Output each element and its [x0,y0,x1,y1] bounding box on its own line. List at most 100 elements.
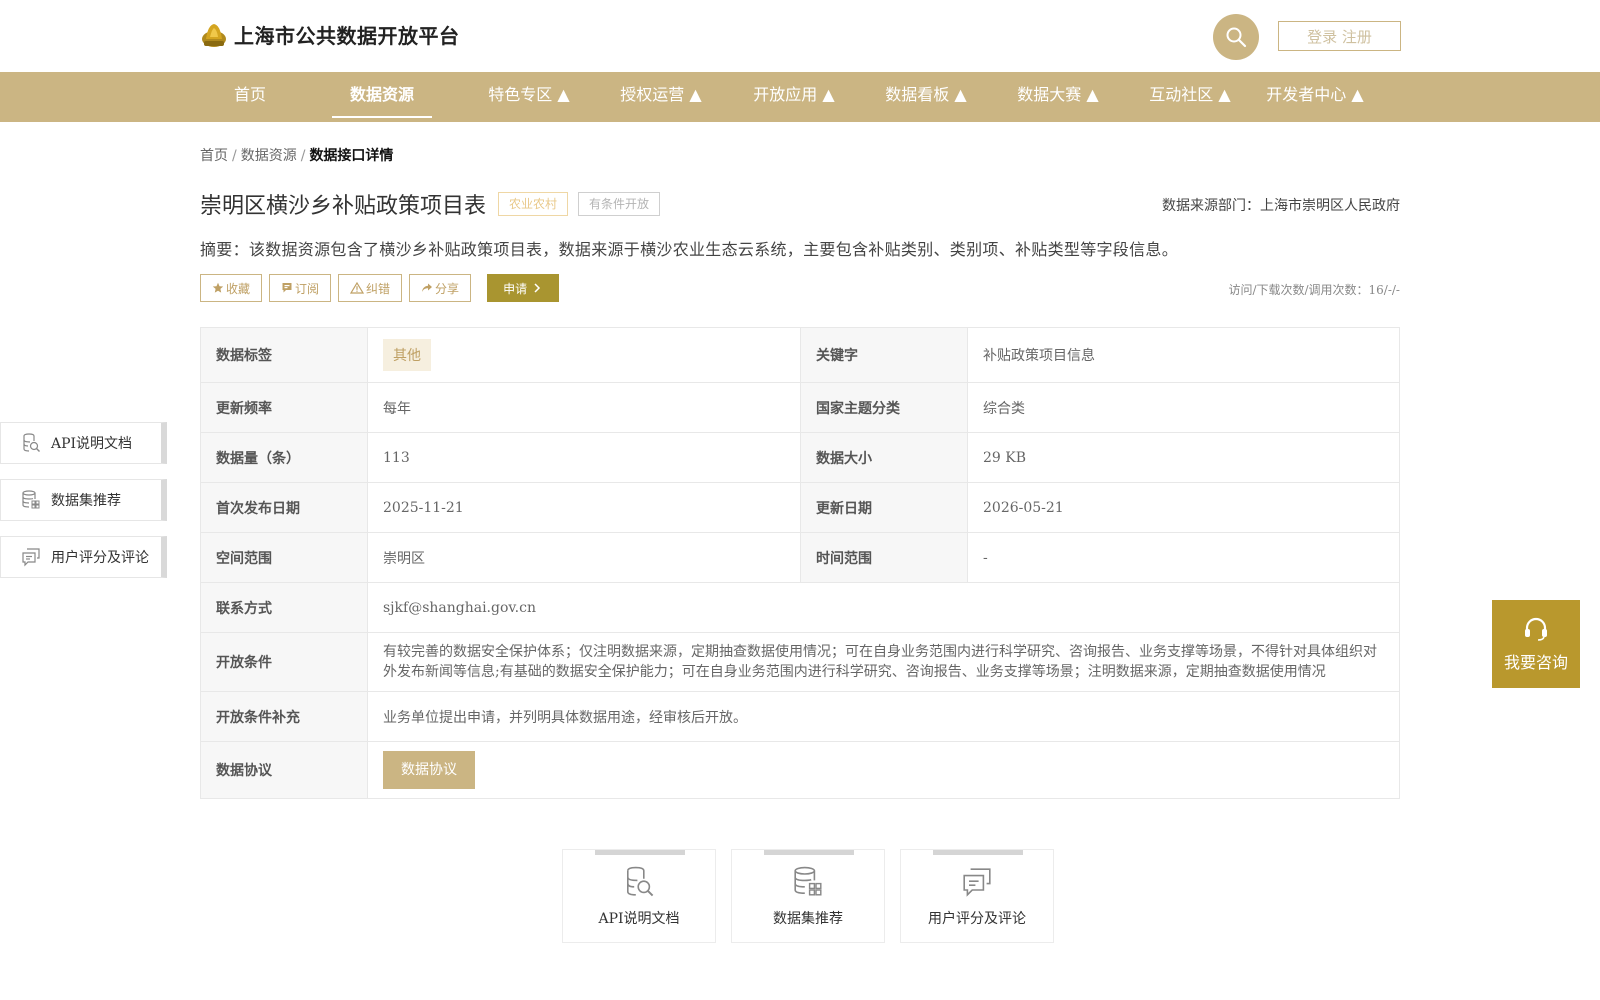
report-error-button[interactable]: 纠错 [338,274,403,302]
title-row: 崇明区横沙乡补贴政策项目表 农业农村 有条件开放 [200,188,670,220]
dataset-abstract: 摘要：该数据资源包含了横沙乡补贴政策项目表，数据来源于横沙农业生态云系统，主要包… [200,240,1179,259]
bottom-card-nav: API说明文档 数据集推荐 用户评分及评论 [562,849,1069,943]
agreement-label: 数据协议 [200,741,368,799]
tag-label: 数据标签 [200,327,368,383]
database-grid-icon [22,490,40,509]
side-item-label: 用户评分及评论 [51,550,149,566]
share-arrow-icon [422,283,433,292]
comment-icon [963,868,991,897]
agreement-cell: 数据协议 [367,741,1400,799]
consult-label: 我要咨询 [1503,653,1568,672]
contact-label: 联系方式 [200,582,368,633]
favorite-label: 收藏 [226,281,251,296]
breadcrumb-data-resources[interactable]: 数据资源 [241,148,297,164]
card-api-docs[interactable]: API说明文档 [562,849,716,943]
breadcrumb-current: 数据接口详情 [309,148,394,164]
login-register-button[interactable]: 登录 注册 [1278,21,1401,51]
theme-label: 国家主题分类 [800,382,968,433]
star-icon [212,282,224,293]
space-range-label: 空间范围 [200,532,368,583]
document-search-icon [23,433,40,452]
open-condition-value: 有较完善的数据安全保护体系；仅注明数据来源，定期抽查数据使用情况；可在自身业务范… [367,632,1400,692]
report-error-label: 纠错 [366,281,391,296]
search-icon [1226,27,1247,48]
nav-item-home[interactable]: 首页 [212,72,288,122]
warning-icon [350,282,365,294]
apply-button[interactable]: 申请 [487,274,560,302]
category-tag: 农业农村 [498,192,569,216]
size-value: 29 KB [967,432,1400,483]
frequency-label: 更新频率 [200,382,368,433]
nav-item-special-zones[interactable]: 特色专区 ▲ [466,72,592,122]
open-type-tag: 有条件开放 [578,192,661,216]
database-grid-icon [794,866,822,896]
site-header: 上海市公共数据开放平台 登录 注册 [0,0,1600,72]
site-logo[interactable]: 上海市公共数据开放平台 [200,20,460,49]
time-range-label: 时间范围 [800,532,968,583]
document-search-icon [627,866,654,897]
favorite-button[interactable]: 收藏 [200,274,263,302]
breadcrumb: 首页 / 数据资源 / 数据接口详情 [200,145,393,165]
table-row: 数据协议 数据协议 [200,741,1400,799]
table-row: 空间范围 崇明区 时间范围 - [200,532,1400,583]
site-title: 上海市公共数据开放平台 [234,24,460,48]
nav-item-data-resources[interactable]: 数据资源 [332,72,432,122]
count-value: 113 [367,432,801,483]
table-row: 开放条件补充 业务单位提出申请，并列明具体数据用途，经审核后开放。 [200,691,1400,742]
keyword-value: 补贴政策项目信息 [967,327,1400,383]
open-condition-extra-value: 业务单位提出申请，并列明具体数据用途，经审核后开放。 [367,691,1400,742]
breadcrumb-home[interactable]: 首页 [200,148,228,164]
table-row: 数据量（条） 113 数据大小 29 KB [200,432,1400,483]
first-publish-label: 首次发布日期 [200,482,368,533]
side-item-user-reviews[interactable]: 用户评分及评论 [0,536,167,578]
nav-item-authorized-operation[interactable]: 授权运营 ▲ [598,72,724,122]
nav-item-open-apps[interactable]: 开放应用 ▲ [731,72,857,122]
card-user-reviews[interactable]: 用户评分及评论 [900,849,1054,943]
nav-item-community[interactable]: 互动社区 ▲ [1127,72,1253,122]
table-row: 开放条件 有较完善的数据安全保护体系；仅注明数据来源，定期抽查数据使用情况；可在… [200,632,1400,692]
theme-value: 综合类 [967,382,1400,433]
nav-item-data-contest[interactable]: 数据大赛 ▲ [995,72,1121,122]
bookmark-flag-icon [282,283,292,293]
table-row: 数据标签 其他 关键字 补贴政策项目信息 [200,327,1400,383]
table-row: 更新频率 每年 国家主题分类 综合类 [200,382,1400,433]
space-range-value: 崇明区 [367,532,801,583]
subscribe-button[interactable]: 订阅 [269,274,332,302]
side-item-dataset-recommend[interactable]: 数据集推荐 [0,479,167,521]
main-nav: 首页 数据资源 特色专区 ▲ 授权运营 ▲ 开放应用 ▲ 数据看板 ▲ 数据大赛… [0,72,1600,122]
comment-icon [22,548,40,567]
data-agreement-button[interactable]: 数据协议 [383,751,475,789]
keyword-label: 关键字 [800,327,968,383]
chevron-right-icon [534,283,541,293]
dataset-info-table: 数据标签 其他 关键字 补贴政策项目信息 更新频率 每年 国家主题分类 综合类 … [200,327,1400,799]
nav-item-data-dashboard[interactable]: 数据看板 ▲ [863,72,989,122]
nav-item-developer-center[interactable]: 开发者中心 ▲ [1259,72,1371,122]
first-publish-value: 2025-11-21 [367,482,801,533]
share-button[interactable]: 分享 [409,274,472,302]
tag-value[interactable]: 其他 [383,339,431,371]
action-bar: 收藏 订阅 纠错 分享 申请 [200,274,560,302]
card-label: 用户评分及评论 [928,911,1026,927]
card-dataset-recommend[interactable]: 数据集推荐 [731,849,885,943]
logo-emblem-icon [200,21,228,49]
count-label: 数据量（条） [200,432,368,483]
side-item-api-docs[interactable]: API说明文档 [0,422,167,464]
breadcrumb-separator: / [232,148,237,164]
page-title: 崇明区横沙乡补贴政策项目表 [200,194,487,219]
share-label: 分享 [435,281,460,296]
update-date-label: 更新日期 [800,482,968,533]
contact-value: sjkf@shanghai.gov.cn [367,582,1400,633]
side-item-label: API说明文档 [51,436,133,452]
consult-button[interactable]: 我要咨询 [1492,600,1580,688]
open-condition-label: 开放条件 [200,632,368,692]
source-department: 数据来源部门：上海市崇明区人民政府 [1162,198,1400,214]
card-label: 数据集推荐 [773,911,843,927]
tag-value-cell: 其他 [367,327,801,383]
access-stats: 访问/下载次数/调用次数：16/-/- [1228,283,1400,297]
search-button[interactable] [1213,14,1259,60]
breadcrumb-separator: / [300,148,306,164]
update-date-value: 2026-05-21 [967,482,1400,533]
frequency-value: 每年 [367,382,801,433]
side-quick-nav: API说明文档 数据集推荐 用户评分及评论 [0,422,167,593]
table-row: 首次发布日期 2025-11-21 更新日期 2026-05-21 [200,482,1400,533]
